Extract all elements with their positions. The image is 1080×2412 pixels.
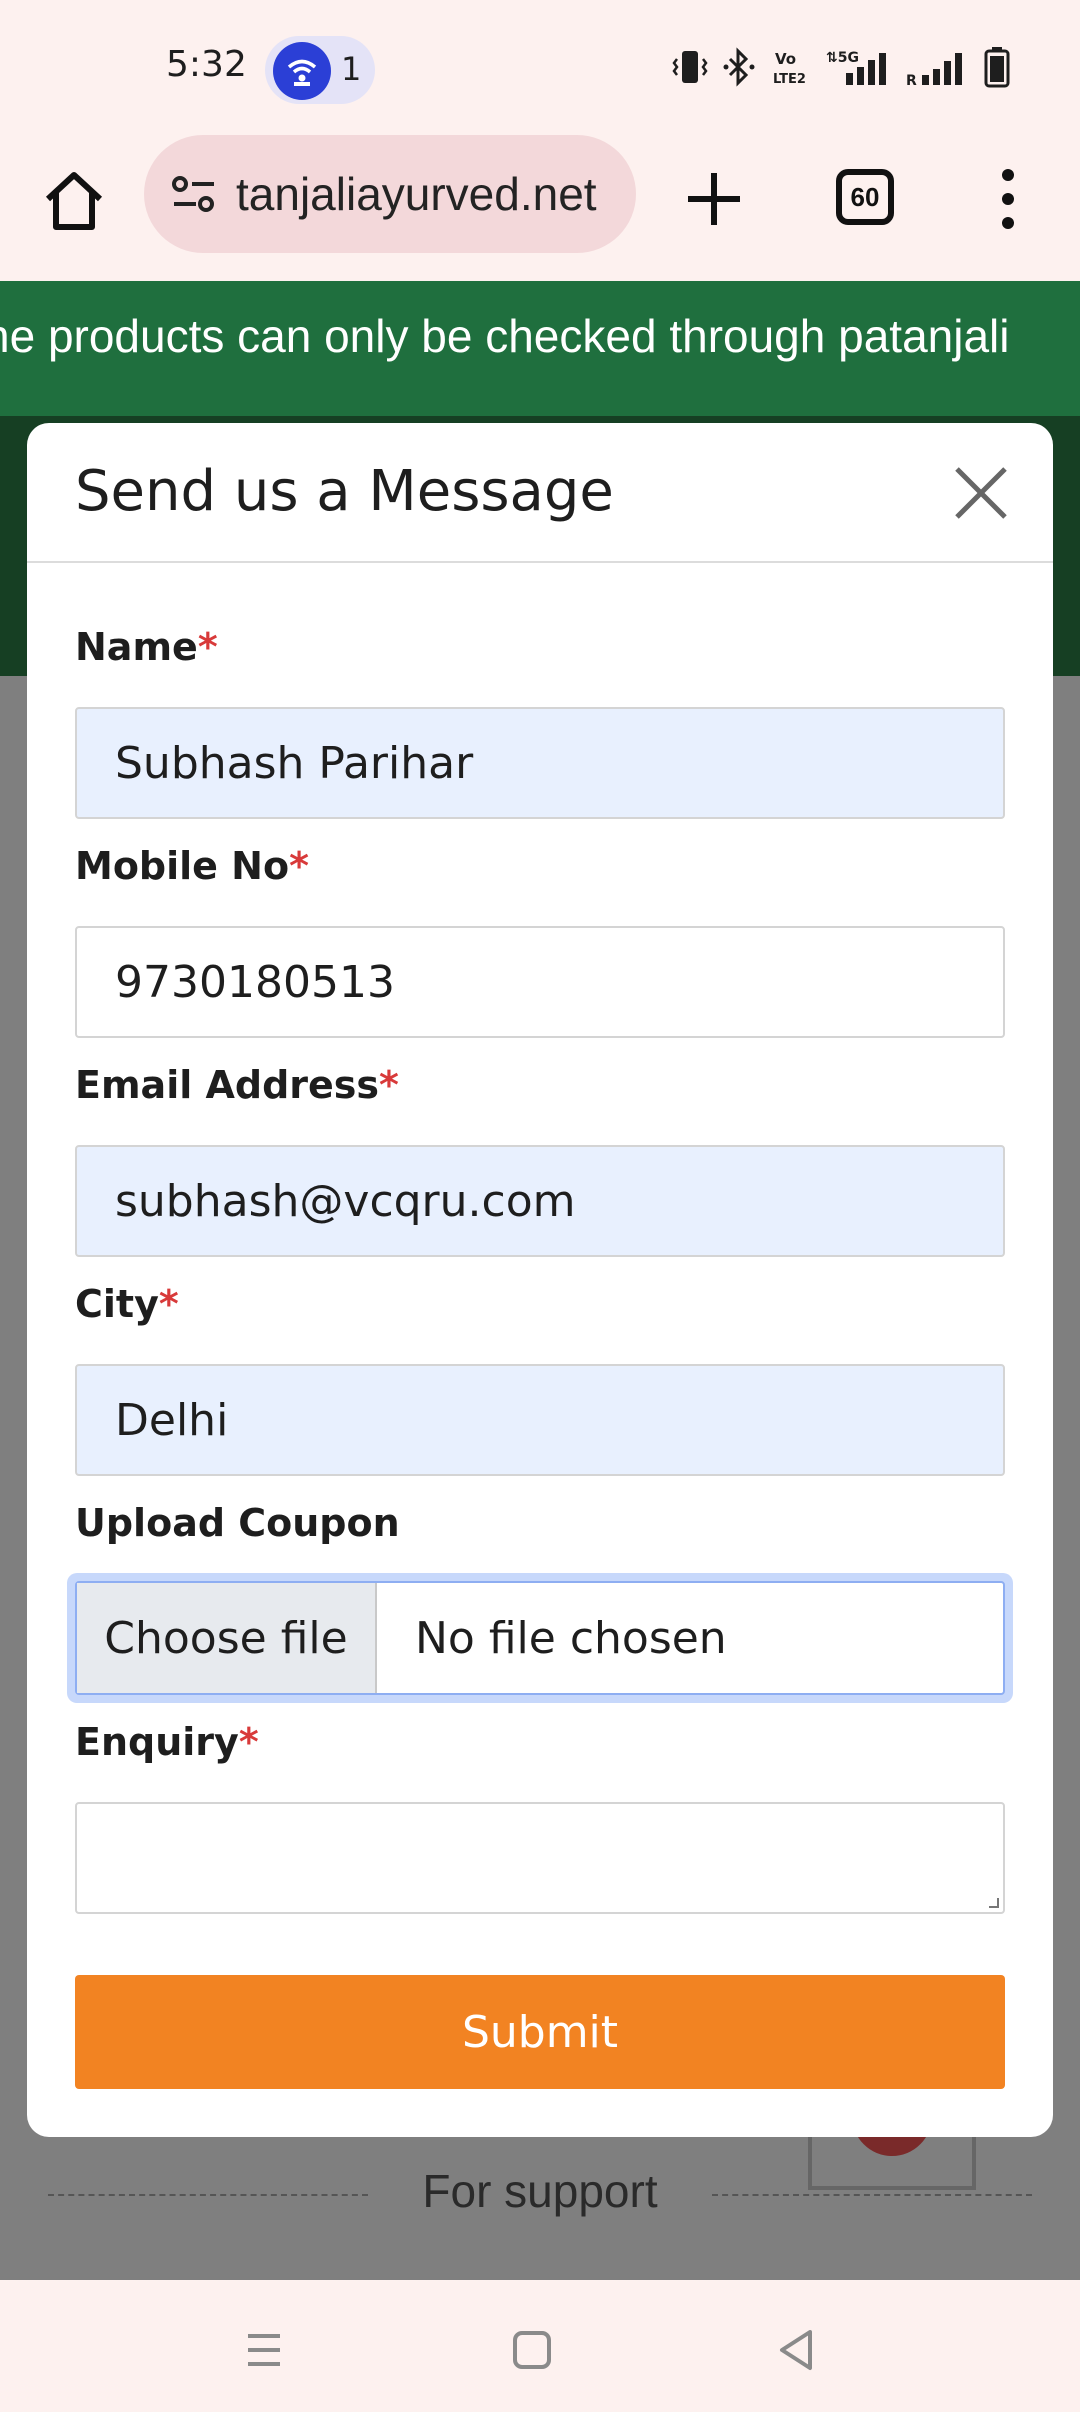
status-time: 5:32 bbox=[166, 44, 247, 85]
city-label: City* bbox=[75, 1282, 179, 1326]
required-mark: * bbox=[379, 1063, 399, 1107]
5g-signal-icon: ⇅5G bbox=[826, 50, 886, 85]
recents-menu-icon[interactable] bbox=[234, 2320, 294, 2380]
name-input[interactable]: Subhash Parihar bbox=[75, 707, 1005, 819]
submit-button[interactable]: Submit bbox=[75, 1975, 1005, 2089]
tab-switcher-button[interactable]: 60 bbox=[836, 169, 894, 225]
marquee-text: ne products can only be checked through … bbox=[0, 310, 1010, 362]
system-navigation-bar bbox=[0, 2280, 1080, 2412]
svg-text:LTE2: LTE2 bbox=[773, 72, 806, 87]
mobile-input[interactable]: 9730180513 bbox=[75, 926, 1005, 1038]
enquiry-label-text: Enquiry bbox=[75, 1720, 239, 1764]
support-heading: For support bbox=[422, 2165, 658, 2217]
back-icon[interactable] bbox=[766, 2320, 826, 2380]
url-text: tanjaliayurved.net bbox=[236, 168, 597, 220]
hotspot-count: 1 bbox=[341, 50, 362, 88]
resize-handle[interactable] bbox=[989, 1898, 999, 1908]
status-icons: Vo LTE2 ⇅5G R bbox=[672, 46, 1010, 88]
signal-icon: R bbox=[906, 53, 962, 87]
battery-icon bbox=[984, 47, 1010, 88]
mobile-label-text: Mobile No bbox=[75, 844, 290, 888]
mobile-label: Mobile No* bbox=[75, 844, 309, 888]
city-label-text: City bbox=[75, 1282, 159, 1326]
modal-header: Send us a Message bbox=[27, 423, 1053, 563]
message-modal: Send us a Message Name* Subhash Parihar … bbox=[27, 423, 1053, 2137]
vibrate-icon bbox=[672, 51, 708, 83]
home-nav-icon[interactable] bbox=[502, 2320, 562, 2380]
email-value: subhash@vcqru.com bbox=[115, 1175, 576, 1227]
required-mark: * bbox=[289, 844, 309, 888]
email-label: Email Address* bbox=[75, 1063, 399, 1107]
mobile-value: 9730180513 bbox=[115, 956, 395, 1008]
new-tab-icon[interactable] bbox=[680, 165, 748, 233]
svg-text:⇅5G: ⇅5G bbox=[826, 50, 859, 66]
home-icon[interactable] bbox=[38, 165, 110, 237]
email-input[interactable]: subhash@vcqru.com bbox=[75, 1145, 1005, 1257]
email-label-text: Email Address bbox=[75, 1063, 380, 1107]
status-bar: 5:32 1 Vo LTE2 ⇅5G R bbox=[0, 0, 1080, 135]
coupon-label-text: Upload Coupon bbox=[75, 1501, 400, 1545]
announcement-marquee: ne products can only be checked through … bbox=[0, 281, 1080, 416]
enquiry-textarea[interactable] bbox=[75, 1802, 1005, 1914]
file-status: No file chosen bbox=[415, 1612, 727, 1664]
modal-title: Send us a Message bbox=[75, 459, 614, 524]
svg-text:R: R bbox=[906, 73, 917, 87]
city-value: Delhi bbox=[115, 1394, 229, 1446]
name-label-text: Name bbox=[75, 625, 198, 669]
choose-file-button[interactable]: Choose file bbox=[77, 1583, 377, 1693]
required-mark: * bbox=[197, 625, 218, 669]
site-settings-icon[interactable] bbox=[166, 166, 222, 222]
hotspot-indicator[interactable]: 1 bbox=[265, 36, 375, 104]
name-value: Subhash Parihar bbox=[115, 737, 474, 789]
browser-toolbar: tanjaliayurved.net 60 bbox=[0, 135, 1080, 281]
bluetooth-icon bbox=[723, 47, 755, 87]
hotspot-icon bbox=[273, 42, 331, 100]
name-label: Name* bbox=[75, 625, 218, 669]
close-icon[interactable] bbox=[951, 463, 1011, 523]
volte-icon: Vo LTE2 bbox=[773, 50, 806, 87]
file-input-box: Choose file No file chosen bbox=[75, 1581, 1005, 1695]
required-mark: * bbox=[158, 1282, 179, 1326]
required-mark: * bbox=[238, 1720, 259, 1764]
more-options-icon[interactable] bbox=[994, 163, 1022, 235]
coupon-file-input[interactable]: Choose file No file chosen bbox=[67, 1573, 1013, 1703]
coupon-label: Upload Coupon bbox=[75, 1501, 400, 1545]
svg-text:Vo: Vo bbox=[775, 50, 796, 68]
address-bar[interactable]: tanjaliayurved.net bbox=[144, 135, 636, 253]
city-input[interactable]: Delhi bbox=[75, 1364, 1005, 1476]
enquiry-label: Enquiry* bbox=[75, 1720, 259, 1764]
